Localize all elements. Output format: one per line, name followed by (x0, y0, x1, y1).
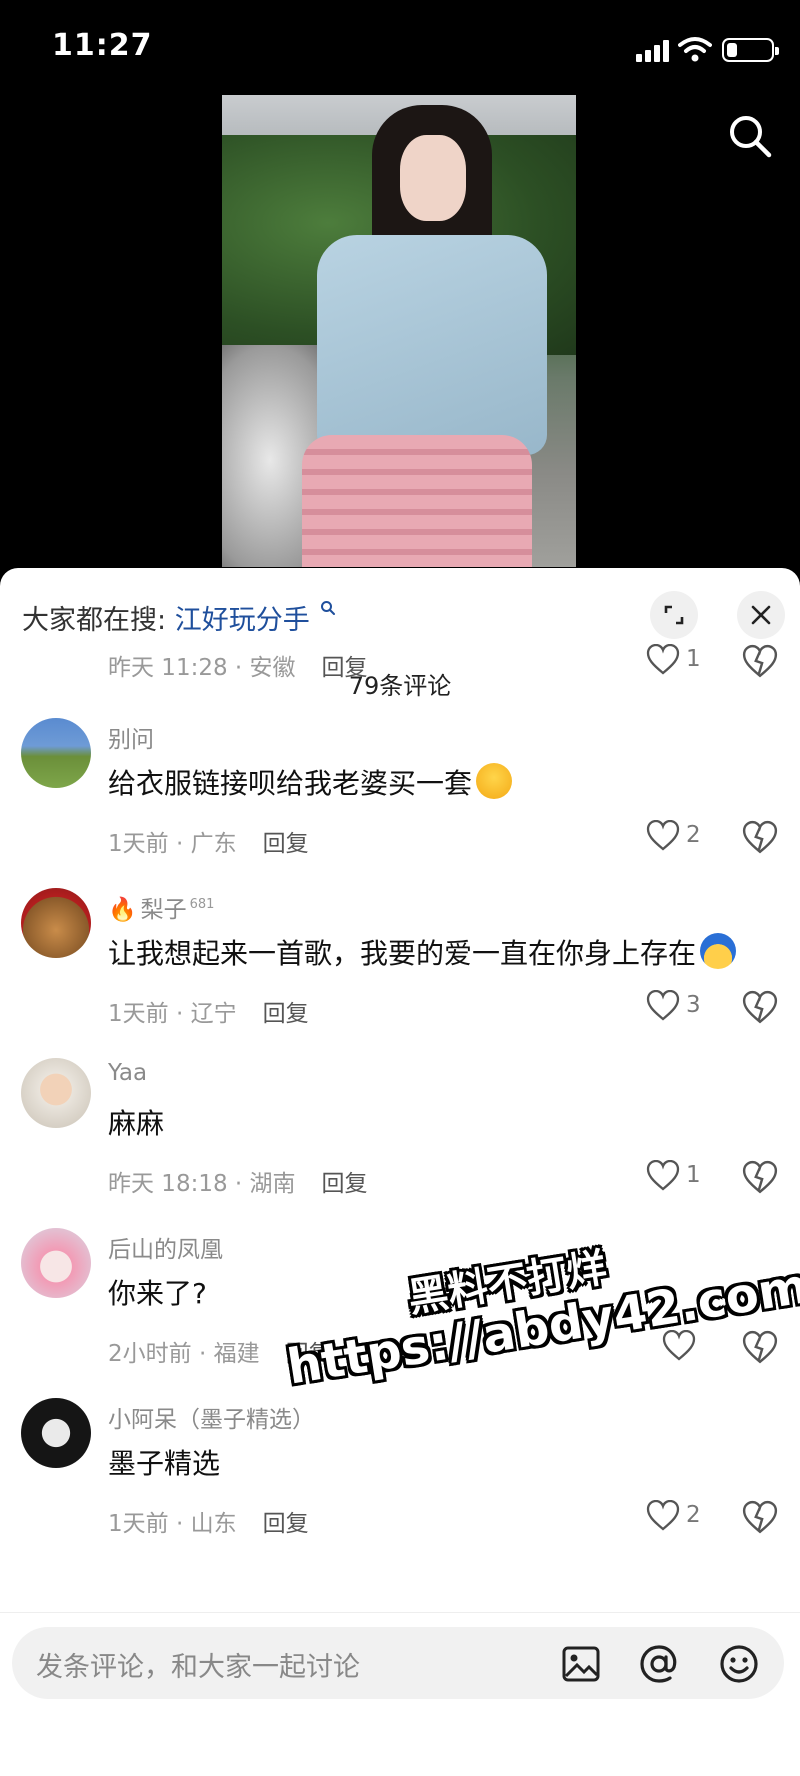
comment-text: 麻麻 (108, 1107, 165, 1140)
comment-meta: 1天前 · 山东 回复 (108, 1504, 309, 1538)
mention-icon[interactable] (638, 1643, 680, 1685)
input-placeholder: 发条评论，和大家一起讨论 (36, 1652, 360, 1683)
comment-username[interactable]: 小阿呆（墨子精选） (108, 1400, 315, 1434)
comment-time-location: 昨天 18:18 · 湖南 (108, 1171, 296, 1197)
reply-button[interactable]: 回复 (322, 655, 368, 681)
heart-icon (646, 644, 680, 675)
image-icon[interactable] (560, 1643, 602, 1685)
app-screen: 11:27 大家都在搜: 江好玩分手 79条评论 昨天 11:28 · 安徽 回… (0, 0, 800, 1776)
heart-icon (646, 990, 680, 1021)
avatar[interactable] (21, 1398, 91, 1468)
like-button[interactable]: 2 (646, 1500, 726, 1536)
reply-button[interactable]: 回复 (263, 1001, 309, 1027)
comment-time-location: 昨天 11:28 · 安徽 (108, 655, 296, 681)
comment-text: 让我想起来一首歌，我要的爱一直在你身上存在 (108, 932, 737, 973)
comment-time-location: 1天前 · 山东 (108, 1511, 237, 1537)
comment-meta: 1天前 · 广东 回复 (108, 824, 309, 858)
user-badge: 681 (189, 897, 215, 913)
cellular-signal-icon (636, 40, 670, 62)
dislike-icon[interactable] (742, 820, 778, 856)
heart-icon (646, 1500, 680, 1531)
comment-input-bar: 发条评论，和大家一起讨论 (0, 1612, 800, 1776)
comment-meta: 1天前 · 辽宁 回复 (108, 994, 309, 1028)
battery-icon (722, 38, 779, 62)
video-player[interactable] (222, 95, 576, 567)
dislike-icon[interactable] (742, 1500, 778, 1536)
comment-input[interactable]: 发条评论，和大家一起讨论 (12, 1627, 784, 1699)
comment-text: 墨子精选 (108, 1447, 221, 1480)
comment-text: 给衣服链接呗给我老婆买一套 (108, 762, 513, 803)
reply-button[interactable]: 回复 (263, 831, 309, 857)
comment-item: Yaa 麻麻 昨天 18:18 · 湖南 回复 1 (0, 1058, 800, 1228)
like-count: 2 (686, 1502, 701, 1528)
dislike-icon[interactable] (742, 644, 778, 680)
comment-time-location: 1天前 · 辽宁 (108, 1001, 237, 1027)
comment-item: 别问 给衣服链接呗给我老婆买一套 1天前 · 广东 回复 2 (0, 718, 800, 888)
comment-sheet: 大家都在搜: 江好玩分手 79条评论 昨天 11:28 · 安徽 回复 1 别问… (0, 568, 800, 1776)
reply-button[interactable]: 回复 (263, 1511, 309, 1537)
like-button[interactable] (662, 1330, 742, 1366)
emoji-icon[interactable] (718, 1643, 760, 1685)
avatar[interactable] (21, 1058, 91, 1128)
search-icon[interactable] (726, 112, 774, 160)
comment-meta: 昨天 18:18 · 湖南 回复 (108, 1164, 368, 1198)
comment-meta: 昨天 11:28 · 安徽 回复 (108, 648, 368, 682)
heart-icon (646, 820, 680, 851)
avatar[interactable] (21, 888, 91, 958)
status-bar: 11:27 (0, 0, 800, 96)
like-count: 1 (686, 646, 701, 672)
comment-username[interactable]: Yaa (108, 1060, 147, 1086)
like-count: 2 (686, 822, 701, 848)
like-count: 1 (686, 1162, 701, 1188)
comment-item: 昨天 11:28 · 安徽 回复 1 (0, 576, 800, 686)
reply-button[interactable]: 回复 (322, 1171, 368, 1197)
comment-item: 小阿呆（墨子精选） 墨子精选 1天前 · 山东 回复 2 (0, 1398, 800, 1540)
like-button[interactable]: 1 (646, 1160, 726, 1196)
status-time: 11:27 (52, 28, 153, 63)
dislike-icon[interactable] (742, 990, 778, 1026)
like-button[interactable]: 2 (646, 820, 726, 856)
dislike-icon[interactable] (742, 1330, 778, 1366)
comment-time-location: 2小时前 · 福建 (108, 1341, 260, 1367)
comment-text: 你来了? (108, 1277, 207, 1310)
wifi-icon (678, 37, 712, 62)
comment-time-location: 1天前 · 广东 (108, 831, 237, 857)
grinning-emoji-icon (476, 763, 513, 799)
comment-username[interactable]: 后山的凤凰 (108, 1230, 223, 1264)
like-count: 3 (686, 992, 701, 1018)
heart-icon (646, 1160, 680, 1191)
dislike-icon[interactable] (742, 1160, 778, 1196)
avatar[interactable] (21, 718, 91, 788)
like-button[interactable]: 3 (646, 990, 726, 1026)
comment-username[interactable]: 🔥 梨子 681 (108, 890, 214, 924)
blue-hair-emoji-icon (700, 933, 737, 969)
fire-icon: 🔥 (108, 897, 137, 923)
comment-item: 🔥 梨子 681 让我想起来一首歌，我要的爱一直在你身上存在 1天前 · 辽宁 回复 … (0, 888, 800, 1058)
comment-username[interactable]: 别问 (108, 720, 154, 754)
avatar[interactable] (21, 1228, 91, 1298)
like-button[interactable]: 1 (646, 644, 726, 680)
